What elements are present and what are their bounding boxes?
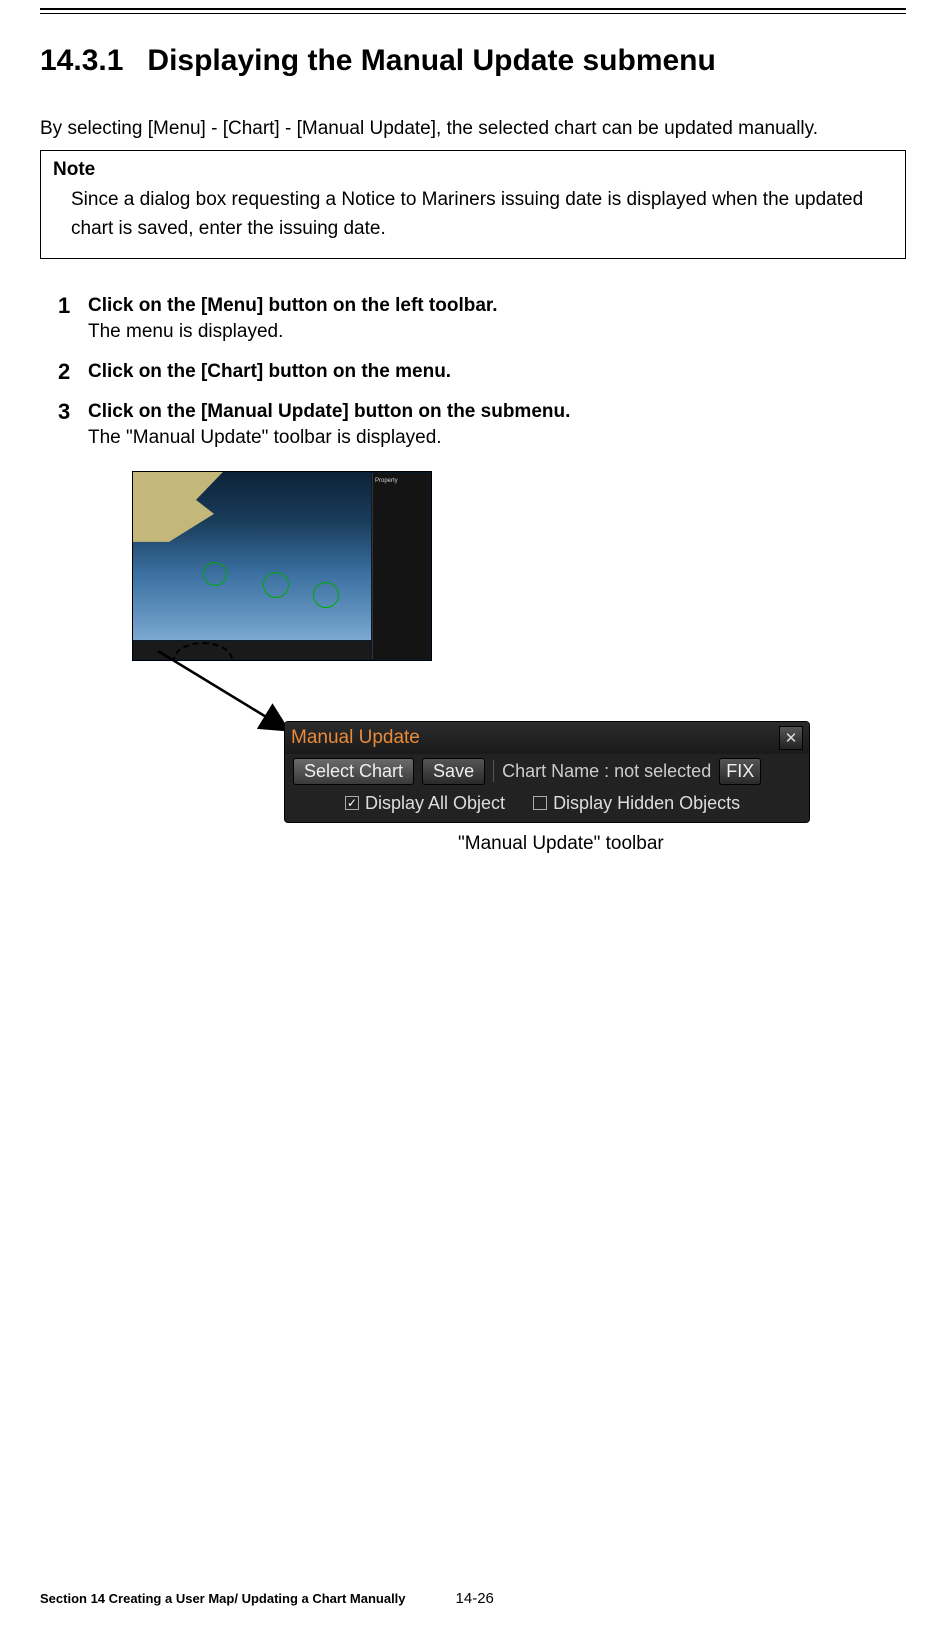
note-text: Since a dialog box requesting a Notice t… <box>53 185 893 244</box>
page-footer: Section 14 Creating a User Map/ Updating… <box>40 1590 494 1607</box>
chart-screenshot: Property <box>132 471 432 661</box>
note-box: Note Since a dialog box requesting a Not… <box>40 150 906 259</box>
footer-section: Section 14 Creating a User Map/ Updating… <box>40 1591 406 1606</box>
close-icon: ✕ <box>785 729 798 747</box>
toolbar-title: Manual Update <box>291 727 779 749</box>
intro-paragraph: By selecting [Menu] - [Chart] - [Manual … <box>40 118 906 140</box>
step-1-body: The menu is displayed. <box>88 321 906 343</box>
section-title-text: Displaying the Manual Update submenu <box>147 44 715 77</box>
note-title: Note <box>53 159 893 181</box>
select-chart-button[interactable]: Select Chart <box>293 758 414 785</box>
divider <box>493 760 494 782</box>
section-number: 14.3.1 <box>40 44 123 78</box>
checkbox-unchecked-icon <box>533 796 547 810</box>
close-button[interactable]: ✕ <box>779 726 803 750</box>
display-hidden-objects-label: Display Hidden Objects <box>553 793 740 814</box>
footer-page: 14-26 <box>456 1590 494 1607</box>
step-1-head: Click on the [Menu] button on the left t… <box>88 295 906 317</box>
steps-list: Click on the [Menu] button on the left t… <box>40 295 906 871</box>
display-all-object-checkbox[interactable]: Display All Object <box>345 793 505 814</box>
manual-update-toolbar: Manual Update ✕ Select Chart Save Chart … <box>284 721 810 823</box>
step-2-head: Click on the [Chart] button on the menu. <box>88 361 906 383</box>
step-1: Click on the [Menu] button on the left t… <box>58 295 906 343</box>
step-3-head: Click on the [Manual Update] button on t… <box>88 401 906 423</box>
display-hidden-objects-checkbox[interactable]: Display Hidden Objects <box>533 793 740 814</box>
fix-button[interactable]: FIX <box>719 758 761 785</box>
step-2: Click on the [Chart] button on the menu. <box>58 361 906 383</box>
display-all-object-label: Display All Object <box>365 793 505 814</box>
thumb-bottom-bar <box>134 641 371 645</box>
step-3-body: The "Manual Update" toolbar is displayed… <box>88 427 906 449</box>
chart-name-label: Chart Name : not selected <box>502 761 711 782</box>
figure-area: Property Manual Update <box>88 471 906 871</box>
checkbox-checked-icon <box>345 796 359 810</box>
save-button[interactable]: Save <box>422 758 485 785</box>
step-3: Click on the [Manual Update] button on t… <box>58 401 906 871</box>
section-heading: 14.3.1 Displaying the Manual Update subme… <box>40 44 906 78</box>
figure-caption: "Manual Update" toolbar <box>458 833 664 855</box>
